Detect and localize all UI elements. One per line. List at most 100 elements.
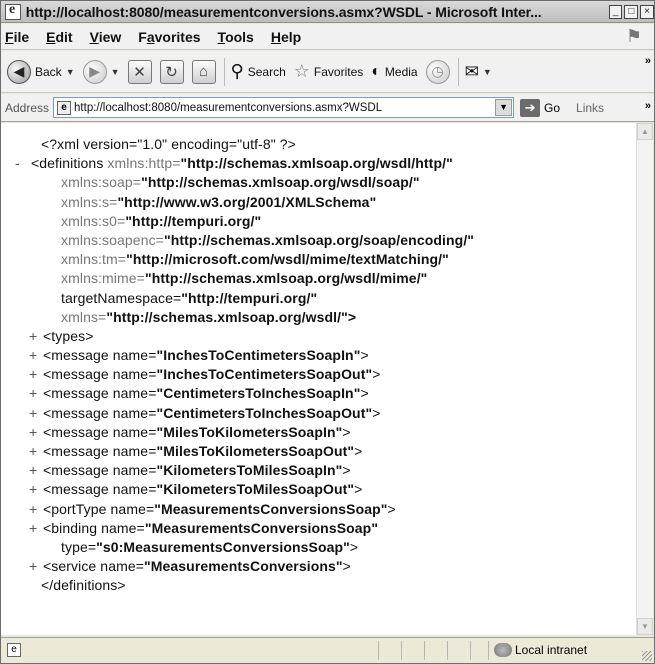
collapse-definitions-toggle[interactable]: - bbox=[15, 154, 27, 173]
refresh-button[interactable]: ↻ bbox=[159, 59, 184, 84]
message-line: + <message name="MilesToKilometersSoapOut… bbox=[15, 442, 474, 461]
status-divider bbox=[424, 641, 425, 660]
status-divider bbox=[470, 641, 471, 660]
expand-types-toggle[interactable]: + bbox=[29, 327, 43, 346]
address-input[interactable]: e http://localhost:8080/measurementconve… bbox=[53, 97, 515, 118]
intranet-zone-icon bbox=[494, 643, 512, 657]
menu-bar: File Edit View Favorites Tools Help ⚑ bbox=[1, 24, 654, 50]
porttype-line: + <portType name="MeasurementsConversions… bbox=[15, 500, 474, 519]
expand-message-toggle[interactable]: + bbox=[29, 346, 43, 365]
expand-message-toggle[interactable]: + bbox=[29, 442, 43, 461]
title-bar[interactable]: http://localhost:8080/measurementconvers… bbox=[1, 1, 654, 23]
forward-button[interactable]: ▶ ▼ bbox=[82, 59, 120, 84]
expand-message-toggle[interactable]: + bbox=[29, 423, 43, 442]
xml-document: <?xml version="1.0" encoding="utf-8" ?> … bbox=[15, 135, 474, 596]
search-button[interactable]: ⚲ Search bbox=[231, 61, 286, 82]
xml-attribute-line: xmlns:tm="http://microsoft.com/wsdl/mime… bbox=[61, 251, 449, 268]
types-line: + <types> bbox=[15, 327, 474, 346]
page-status-icon: e bbox=[7, 643, 21, 657]
home-icon: ⌂ bbox=[191, 59, 216, 84]
home-button[interactable]: ⌂ bbox=[191, 59, 216, 84]
security-zone[interactable]: Local intranet bbox=[494, 643, 587, 657]
expand-message-toggle[interactable]: + bbox=[29, 480, 43, 499]
mail-dropdown-icon[interactable]: ▼ bbox=[483, 67, 492, 77]
menu-help[interactable]: Help bbox=[271, 29, 301, 45]
back-button[interactable]: ◀ Back ▼ bbox=[7, 59, 75, 84]
back-arrow-icon: ◀ bbox=[7, 59, 31, 84]
close-button[interactable]: × bbox=[640, 4, 654, 19]
history-button[interactable]: ◷ bbox=[425, 59, 450, 84]
message-line: + <message name="CentimetersToInchesSoapO… bbox=[15, 404, 474, 423]
menu-favorites[interactable]: Favorites bbox=[138, 29, 200, 45]
menu-edit[interactable]: Edit bbox=[46, 29, 72, 45]
expand-message-toggle[interactable]: + bbox=[29, 365, 43, 384]
resize-grip[interactable] bbox=[642, 651, 652, 661]
xml-attribute-line: xmlns="http://schemas.xmlsoap.org/wsdl/"… bbox=[61, 308, 357, 325]
history-icon: ◷ bbox=[425, 59, 450, 84]
forward-dropdown-icon[interactable]: ▼ bbox=[111, 67, 120, 77]
vertical-scrollbar[interactable]: ▲ ▼ bbox=[636, 123, 653, 635]
ie-page-icon bbox=[5, 2, 21, 20]
xml-attribute-line: xmlns:mime="http://schemas.xmlsoap.org/w… bbox=[61, 270, 428, 287]
definitions-open-line: - <definitions xmlns:http="http://schema… bbox=[15, 154, 474, 173]
scroll-down-arrow-icon[interactable]: ▼ bbox=[637, 618, 653, 635]
media-icon: ◐ bbox=[371, 62, 381, 80]
address-dropdown-icon[interactable]: ▼ bbox=[495, 99, 513, 116]
expand-binding-toggle[interactable]: + bbox=[29, 519, 43, 538]
service-line: + <service name="MeasurementsConversions"… bbox=[15, 557, 474, 576]
go-arrow-icon: ➔ bbox=[520, 98, 541, 117]
windows-logo-icon: ⚑ bbox=[625, 26, 643, 46]
address-bar: Address e http://localhost:8080/measurem… bbox=[1, 94, 654, 122]
xml-attribute-line: xmlns:soapenc="http://schemas.xmlsoap.or… bbox=[61, 231, 475, 248]
expand-message-toggle[interactable]: + bbox=[29, 384, 43, 403]
expand-service-toggle[interactable]: + bbox=[29, 557, 43, 576]
favorites-button[interactable]: ☆ Favorites bbox=[294, 61, 364, 82]
back-dropdown-icon[interactable]: ▼ bbox=[66, 67, 75, 77]
expand-message-toggle[interactable]: + bbox=[29, 461, 43, 480]
xml-attribute-line: xmlns:soap="http://schemas.xmlsoap.org/w… bbox=[61, 174, 420, 191]
mail-button[interactable]: ✉ ▼ bbox=[465, 62, 492, 82]
binding-line: + <binding name="MeasurementsConversionsS… bbox=[15, 519, 474, 538]
message-line: + <message name="InchesToCentimetersSoapI… bbox=[15, 346, 474, 365]
go-button[interactable]: ➔ Go bbox=[520, 98, 560, 117]
status-divider bbox=[447, 641, 448, 660]
message-line: + <message name="CentimetersToInchesSoapI… bbox=[15, 384, 474, 403]
status-divider bbox=[488, 641, 489, 660]
message-line: + <message name="KilometersToMilesSoapOut… bbox=[15, 480, 474, 499]
status-divider bbox=[378, 641, 379, 660]
toolbar-more-chevron-icon[interactable]: » bbox=[645, 55, 651, 67]
favorites-star-icon: ☆ bbox=[293, 61, 310, 81]
stop-icon: ✕ bbox=[127, 59, 152, 84]
page-icon: e bbox=[57, 100, 72, 115]
links-button[interactable]: Links bbox=[576, 101, 604, 115]
address-url[interactable]: http://localhost:8080/measurementconvers… bbox=[74, 102, 382, 114]
message-line: + <message name="MilesToKilometersSoapIn"… bbox=[15, 423, 474, 442]
menu-tools[interactable]: Tools bbox=[218, 29, 254, 45]
message-line: + <message name="InchesToCentimetersSoapO… bbox=[15, 365, 474, 384]
menu-view[interactable]: View bbox=[90, 29, 122, 45]
definitions-close-line: </definitions> bbox=[41, 577, 126, 594]
scroll-up-arrow-icon[interactable]: ▲ bbox=[637, 123, 653, 140]
stop-button[interactable]: ✕ bbox=[127, 59, 152, 84]
xml-attribute-line: targetNamespace="http://tempuri.org/" bbox=[61, 289, 318, 306]
links-more-chevron-icon[interactable]: » bbox=[645, 100, 651, 112]
message-line: + <message name="KilometersToMilesSoapIn"… bbox=[15, 461, 474, 480]
maximize-button[interactable]: □ bbox=[624, 4, 639, 19]
toolbar-separator bbox=[457, 57, 459, 86]
forward-arrow-icon: ▶ bbox=[82, 59, 107, 84]
binding-type-line: type="s0:MeasurementsConversionsSoap"> bbox=[61, 538, 359, 555]
media-button[interactable]: ◐ Media bbox=[371, 63, 417, 81]
browser-window: http://localhost:8080/measurementconvers… bbox=[0, 0, 655, 664]
expand-message-toggle[interactable]: + bbox=[29, 404, 43, 423]
standard-toolbar: ◀ Back ▼ ▶ ▼ ✕ ↻ ⌂ ⚲ Search ☆ Favorites … bbox=[1, 51, 654, 93]
expand-porttype-toggle[interactable]: + bbox=[29, 500, 43, 519]
status-bar: e Local intranet bbox=[1, 637, 654, 663]
toolbar-separator bbox=[223, 57, 225, 86]
search-icon: ⚲ bbox=[230, 61, 244, 81]
page-content: <?xml version="1.0" encoding="utf-8" ?> … bbox=[1, 123, 637, 635]
address-label: Address bbox=[5, 100, 50, 115]
minimize-button[interactable]: _ bbox=[608, 4, 623, 19]
menu-file[interactable]: File bbox=[5, 29, 29, 45]
status-divider bbox=[401, 641, 402, 660]
xml-declaration: <?xml version="1.0" encoding="utf-8" ?> bbox=[41, 136, 296, 152]
